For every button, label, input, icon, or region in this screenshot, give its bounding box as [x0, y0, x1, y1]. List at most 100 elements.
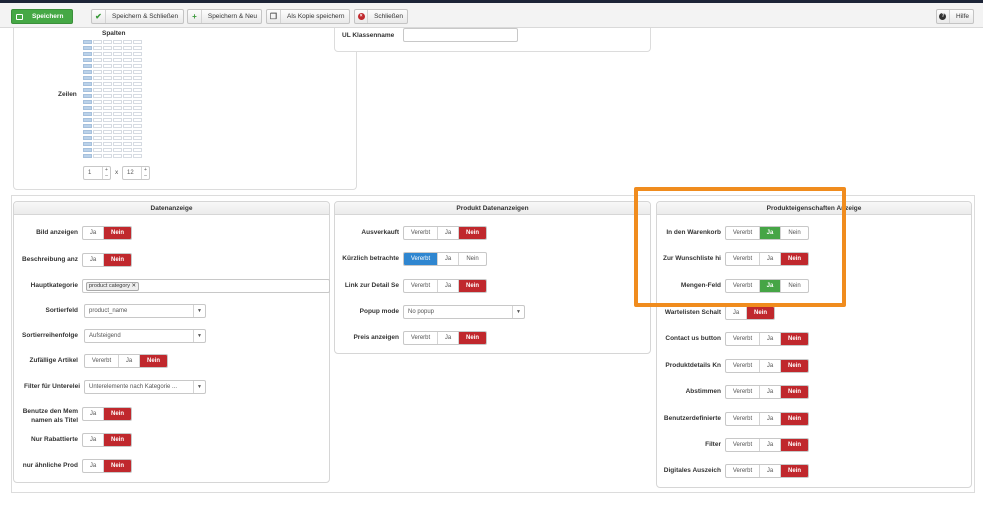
grid-cell[interactable]: [103, 64, 112, 68]
recently-viewed-toggle[interactable]: Vererbt Ja Nein: [403, 252, 487, 266]
grid-cell[interactable]: [133, 40, 142, 44]
detail-link-toggle[interactable]: Vererbt Ja Nein: [403, 279, 487, 293]
details-toggle[interactable]: Vererbt Ja Nein: [725, 359, 809, 373]
grid-cell[interactable]: [103, 76, 112, 80]
grid-cell[interactable]: [113, 76, 122, 80]
grid-cell[interactable]: [123, 94, 132, 98]
grid-cell[interactable]: [133, 70, 142, 74]
grid-cell[interactable]: [133, 148, 142, 152]
filter-toggle[interactable]: Vererbt Ja Nein: [725, 438, 809, 452]
grid-cell[interactable]: [113, 88, 122, 92]
grid-cell[interactable]: [103, 40, 112, 44]
grid-cell[interactable]: [93, 52, 102, 56]
grid-cell[interactable]: [93, 100, 102, 104]
grid-cell[interactable]: [103, 88, 112, 92]
grid-cell[interactable]: [123, 130, 132, 134]
grid-cell[interactable]: [133, 130, 142, 134]
grid-cell[interactable]: [83, 136, 92, 140]
grid-cell[interactable]: [113, 94, 122, 98]
grid-cell[interactable]: [93, 124, 102, 128]
grid-cell[interactable]: [83, 76, 92, 80]
grid-cell[interactable]: [123, 100, 132, 104]
grid-cell[interactable]: [113, 154, 122, 158]
grid-cell[interactable]: [93, 64, 102, 68]
save-new-button[interactable]: + Speichern & Neu: [187, 9, 262, 24]
grid-cell[interactable]: [83, 142, 92, 146]
grid-cell[interactable]: [103, 46, 112, 50]
grid-cell[interactable]: [93, 40, 102, 44]
grid-cell[interactable]: [93, 118, 102, 122]
grid-cell[interactable]: [83, 58, 92, 62]
grid-cell[interactable]: [93, 70, 102, 74]
grid-cell[interactable]: [83, 46, 92, 50]
grid-cell[interactable]: [83, 124, 92, 128]
grid-cell[interactable]: [93, 148, 102, 152]
grid-cell[interactable]: [123, 82, 132, 86]
grid-cell[interactable]: [103, 154, 112, 158]
grid-cell[interactable]: [93, 142, 102, 146]
show-price-toggle[interactable]: Vererbt Ja Nein: [403, 331, 487, 345]
grid-cell[interactable]: [113, 100, 122, 104]
help-button[interactable]: ? Hilfe: [936, 9, 974, 24]
grid-cell[interactable]: [113, 64, 122, 68]
grid-cell[interactable]: [93, 136, 102, 140]
grid-cell[interactable]: [93, 76, 102, 80]
grid-cell[interactable]: [113, 124, 122, 128]
custom-toggle[interactable]: Vererbt Ja Nein: [725, 412, 809, 426]
sort-field-select[interactable]: product_name ▼: [84, 304, 206, 318]
grid-cell[interactable]: [113, 70, 122, 74]
grid-cell[interactable]: [133, 76, 142, 80]
grid-cell[interactable]: [103, 106, 112, 110]
grid-cell[interactable]: [113, 52, 122, 56]
grid-cell[interactable]: [93, 58, 102, 62]
grid-cell[interactable]: [83, 70, 92, 74]
grid-cell[interactable]: [133, 154, 142, 158]
grid-cell[interactable]: [133, 124, 142, 128]
grid-cell[interactable]: [133, 112, 142, 116]
similar-toggle[interactable]: Ja Nein: [82, 459, 132, 473]
grid-cell[interactable]: [93, 82, 102, 86]
grid-cell[interactable]: [83, 82, 92, 86]
description-toggle[interactable]: Ja Nein: [82, 253, 132, 267]
wishlist-toggle[interactable]: Vererbt Ja Nein: [725, 252, 809, 266]
filter-sub-select[interactable]: Unterelemente nach Kategorie ... ▼: [84, 380, 206, 394]
grid-cell[interactable]: [93, 94, 102, 98]
grid-cell[interactable]: [113, 46, 122, 50]
popup-mode-select[interactable]: No popup ▼: [403, 305, 525, 319]
grid-cell[interactable]: [123, 118, 132, 122]
waitlist-toggle[interactable]: Ja Nein: [725, 306, 775, 320]
grid-cell[interactable]: [123, 136, 132, 140]
grid-cell[interactable]: [133, 64, 142, 68]
grid-cell[interactable]: [83, 40, 92, 44]
grid-cell[interactable]: [93, 154, 102, 158]
grid-cell[interactable]: [113, 58, 122, 62]
vote-toggle[interactable]: Vererbt Ja Nein: [725, 385, 809, 399]
grid-cell[interactable]: [123, 46, 132, 50]
stepper-buttons[interactable]: + –: [141, 167, 149, 179]
sold-out-toggle[interactable]: Vererbt Ja Nein: [403, 226, 487, 240]
ul-class-input[interactable]: [403, 28, 518, 42]
grid-cell[interactable]: [93, 88, 102, 92]
grid-cell[interactable]: [133, 94, 142, 98]
use-name-toggle[interactable]: Ja Nein: [82, 407, 132, 421]
grid-cell[interactable]: [133, 88, 142, 92]
grid-cell[interactable]: [113, 130, 122, 134]
grid-cell[interactable]: [113, 142, 122, 146]
contact-toggle[interactable]: Vererbt Ja Nein: [725, 332, 809, 346]
grid-cell[interactable]: [103, 118, 112, 122]
grid-cell[interactable]: [103, 58, 112, 62]
grid-cell[interactable]: [83, 112, 92, 116]
grid-cell[interactable]: [103, 148, 112, 152]
grid-cell[interactable]: [103, 136, 112, 140]
grid-cell[interactable]: [133, 82, 142, 86]
grid-cell[interactable]: [103, 112, 112, 116]
grid-cell[interactable]: [103, 70, 112, 74]
grid-cell[interactable]: [133, 142, 142, 146]
grid-cell[interactable]: [103, 124, 112, 128]
grid-cell[interactable]: [93, 106, 102, 110]
grid-cell[interactable]: [133, 118, 142, 122]
show-image-toggle[interactable]: Ja Nein: [82, 226, 132, 240]
grid-cell[interactable]: [113, 136, 122, 140]
grid-cell[interactable]: [123, 70, 132, 74]
grid-cell[interactable]: [123, 88, 132, 92]
